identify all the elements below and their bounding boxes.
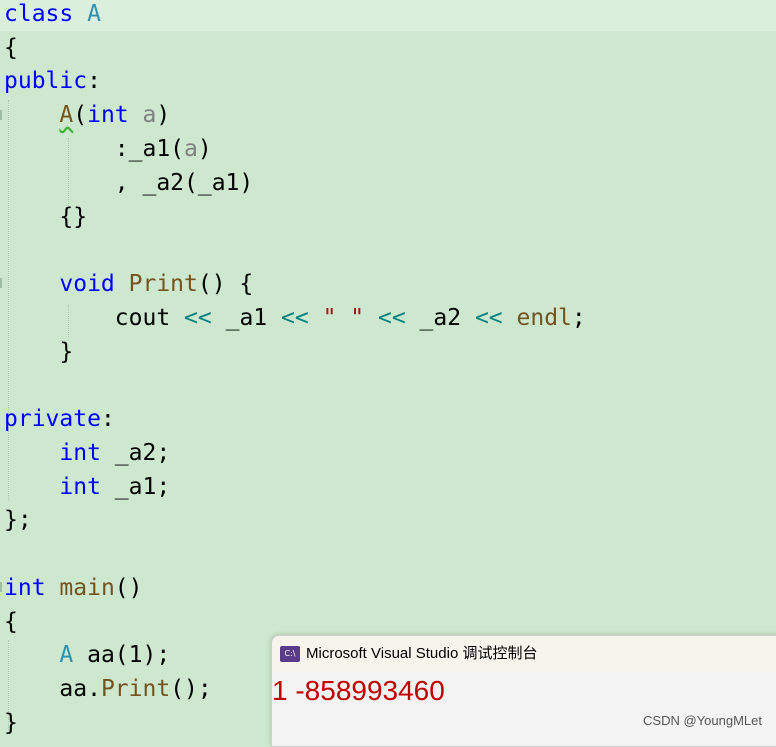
operator: << bbox=[184, 305, 212, 331]
punct: ) bbox=[156, 102, 171, 128]
operator: << bbox=[474, 305, 503, 331]
code-line-11[interactable]: } bbox=[4, 335, 73, 369]
punct: . bbox=[87, 676, 101, 702]
console-titlebar[interactable]: C:\ Microsoft Visual Studio 调试控制台 bbox=[272, 636, 776, 672]
keyword: private bbox=[4, 406, 101, 432]
punct: : bbox=[100, 406, 115, 432]
punct: () { bbox=[197, 271, 254, 297]
code-line-19[interactable]: { bbox=[4, 605, 18, 639]
function-name: Print bbox=[128, 271, 198, 297]
keyword: int bbox=[59, 474, 101, 500]
punct: ) bbox=[197, 136, 212, 162]
current-line-highlight bbox=[0, 0, 776, 31]
debug-console-window[interactable]: C:\ Microsoft Visual Studio 调试控制台 1 -858… bbox=[271, 635, 776, 747]
keyword: class bbox=[4, 1, 74, 27]
body-text: {} bbox=[59, 204, 88, 230]
param: a bbox=[184, 136, 198, 162]
code-line-7[interactable]: {} bbox=[4, 200, 87, 234]
code-line-9[interactable]: void Print() { bbox=[4, 267, 253, 301]
function-name: main bbox=[59, 575, 115, 601]
code-line-4[interactable]: A(int a) bbox=[4, 98, 170, 132]
code-line-15[interactable]: int _a1; bbox=[4, 470, 170, 504]
code-line-21[interactable]: aa.Print(); bbox=[4, 672, 212, 706]
operator: << bbox=[281, 305, 309, 331]
keyword: int bbox=[59, 440, 101, 466]
margin-marker bbox=[0, 582, 2, 592]
margin-marker bbox=[0, 278, 2, 288]
margin-marker bbox=[0, 110, 2, 120]
identifier: _a1; bbox=[114, 474, 171, 500]
keyword: public bbox=[4, 68, 88, 94]
console-output: 1 -858993460 bbox=[272, 675, 445, 706]
identifier: cout bbox=[114, 305, 171, 331]
code-line-1[interactable]: class A bbox=[4, 0, 101, 31]
keyword: int bbox=[4, 575, 46, 601]
punct: } bbox=[59, 339, 74, 365]
punct: ; bbox=[571, 305, 586, 331]
operator: << bbox=[377, 305, 406, 331]
function-name: Print bbox=[100, 676, 171, 702]
code-line-3[interactable]: public: bbox=[4, 64, 101, 98]
code-line-18[interactable]: int main() bbox=[4, 571, 143, 605]
init-text: :_a1( bbox=[114, 136, 185, 162]
identifier: aa bbox=[59, 676, 88, 702]
code-line-6[interactable]: , _a2(_a1) bbox=[4, 166, 253, 200]
punct: () bbox=[114, 575, 143, 601]
code-line-2[interactable]: { bbox=[4, 31, 18, 65]
identifier: _a2; bbox=[114, 440, 171, 466]
code-line-14[interactable]: int _a2; bbox=[4, 436, 170, 470]
punct: (); bbox=[170, 676, 212, 702]
class-name: A bbox=[59, 642, 74, 668]
watermark: CSDN @YoungMLet bbox=[643, 713, 762, 728]
code-line-22[interactable]: } bbox=[4, 706, 18, 740]
code-line-5[interactable]: :_a1(a) bbox=[4, 132, 212, 166]
code-editor[interactable]: class A { public: A(int a) :_a1(a) , _a2… bbox=[0, 0, 776, 736]
constructor-name: A bbox=[59, 102, 74, 128]
keyword: void bbox=[59, 271, 115, 297]
keyword: int bbox=[87, 102, 129, 128]
console-app-icon: C:\ bbox=[280, 646, 300, 662]
identifier: aa(1); bbox=[87, 642, 171, 668]
identifier: _a1 bbox=[225, 305, 268, 331]
code-line-13[interactable]: private: bbox=[4, 402, 115, 436]
init-text: , _a2(_a1) bbox=[114, 170, 254, 196]
punct: ( bbox=[73, 102, 88, 128]
class-name: A bbox=[87, 1, 101, 27]
identifier: _a2 bbox=[419, 305, 462, 331]
punct: : bbox=[87, 68, 101, 94]
code-line-16[interactable]: }; bbox=[4, 503, 32, 537]
identifier: endl bbox=[516, 305, 572, 331]
param: a bbox=[142, 102, 157, 128]
string-literal: " " bbox=[322, 305, 365, 331]
code-line-10[interactable]: cout << _a1 << " " << _a2 << endl; bbox=[4, 301, 586, 335]
console-title: Microsoft Visual Studio 调试控制台 bbox=[306, 645, 538, 662]
code-line-20[interactable]: A aa(1); bbox=[4, 638, 170, 672]
